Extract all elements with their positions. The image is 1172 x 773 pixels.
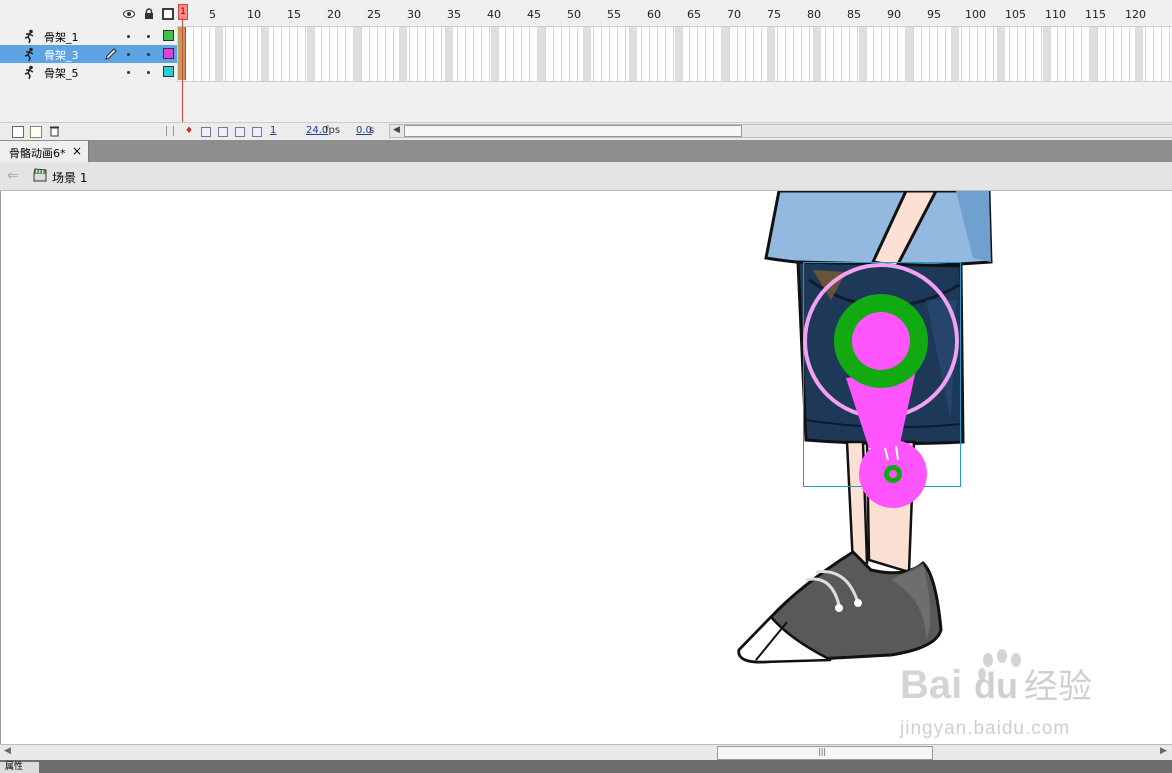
frame-tick-label: 15	[287, 8, 301, 21]
lock-dot[interactable]	[147, 53, 150, 56]
properties-tab[interactable]: 属性	[0, 762, 39, 773]
frame-tick-label: 120	[1125, 8, 1146, 21]
edit-multiple-icon[interactable]	[235, 127, 245, 137]
layer-name[interactable]: 骨架_5	[44, 65, 79, 81]
lock-icon[interactable]	[143, 8, 155, 20]
document-tab-bar	[0, 140, 1172, 162]
lock-dot[interactable]	[147, 71, 150, 74]
frame-tick-label: 110	[1045, 8, 1066, 21]
layer-color-swatch[interactable]	[163, 30, 174, 41]
frame-tick-label: 25	[367, 8, 381, 21]
frame-tick-label: 80	[807, 8, 821, 21]
scroll-left-arrow-icon[interactable]: ◀	[393, 125, 400, 135]
elapsed-unit: s	[369, 125, 375, 136]
properties-bar	[0, 760, 1172, 773]
frame-tick-label: 90	[887, 8, 901, 21]
frame-tick-label: 5	[209, 8, 216, 21]
eye-icon[interactable]	[123, 8, 135, 20]
scroll-left-arrow-icon[interactable]: ◀	[4, 746, 11, 756]
visibility-dot[interactable]	[127, 35, 130, 38]
armature-layer-icon	[24, 47, 34, 61]
trash-icon[interactable]	[49, 125, 60, 137]
scroll-grip[interactable]: |||	[818, 747, 826, 756]
scroll-right-arrow-icon[interactable]: ▶	[1160, 746, 1167, 756]
edit-bar: ⇐ 场景 1	[0, 162, 1172, 191]
watermark-url: jingyan.baidu.com	[900, 718, 1071, 739]
layer-name[interactable]: 骨架_1	[44, 29, 79, 45]
svg-text:du: du	[974, 665, 1018, 706]
fps-unit: fps	[325, 125, 341, 136]
onion-markers-icon[interactable]	[252, 127, 262, 137]
scene-clapper-icon	[33, 168, 47, 182]
frame-tick-label: 50	[567, 8, 581, 21]
back-arrow-icon[interactable]: ⇐	[7, 168, 19, 184]
frame-tick-label: 20	[327, 8, 341, 21]
layer-row-5[interactable]: 骨架_5	[0, 63, 177, 81]
baidu-watermark: Bai du 经验 jingyan.baidu.com	[898, 648, 1108, 751]
onion-outline-icon[interactable]	[218, 127, 228, 137]
frame-tick-label: 65	[687, 8, 701, 21]
svg-text:经验: 经验	[1024, 667, 1092, 707]
scene-label[interactable]: 场景 1	[52, 169, 87, 186]
frame-tick-label: 85	[847, 8, 861, 21]
resize-grip[interactable]	[166, 126, 174, 136]
frame-tick-label: 105	[1005, 8, 1026, 21]
frame-tick-label: 35	[447, 8, 461, 21]
layer-color-swatch[interactable]	[163, 66, 174, 77]
frame-ruler[interactable]: 5 10 15 20 25 30 35 40 45 50 55 60 65 70 75 80 85 90 95 100…	[177, 0, 1172, 26]
layer-row-1[interactable]: 骨架_1	[0, 27, 177, 45]
layer-row-3[interactable]: 骨架_3	[0, 45, 177, 63]
pencil-icon	[105, 48, 117, 60]
current-frame-value[interactable]: 1	[270, 125, 276, 136]
frame-tick-label: 45	[527, 8, 541, 21]
layer-header	[0, 0, 177, 26]
center-frame-icon[interactable]: ♦	[185, 126, 193, 136]
frame-tick-label: 70	[727, 8, 741, 21]
stage-scrollbar[interactable]	[0, 744, 1172, 761]
frame-tick-label: 60	[647, 8, 661, 21]
new-layer-icon[interactable]	[12, 126, 24, 138]
layer-color-swatch[interactable]	[163, 48, 174, 59]
layer-name[interactable]: 骨架_3	[44, 47, 79, 63]
playhead[interactable]: 1	[178, 4, 188, 20]
armature-layer-icon	[24, 29, 34, 43]
frame-tick-label: 30	[407, 8, 421, 21]
new-folder-icon[interactable]	[30, 126, 42, 138]
outline-icon[interactable]	[162, 8, 174, 20]
document-tab-label[interactable]: 骨骼动画6*	[9, 145, 66, 161]
svg-text:Bai: Bai	[900, 663, 962, 707]
frame-tick-label: 10	[247, 8, 261, 21]
visibility-dot[interactable]	[127, 71, 130, 74]
frame-tick-label: 40	[487, 8, 501, 21]
visibility-dot[interactable]	[127, 53, 130, 56]
close-icon[interactable]: ×	[72, 144, 82, 158]
frame-tick-label: 75	[767, 8, 781, 21]
document-tab[interactable]: 骨骼动画6* ×	[0, 141, 89, 162]
timeline-scroll-thumb[interactable]	[404, 125, 742, 137]
frame-tick-label: 95	[927, 8, 941, 21]
armature-layer-icon	[24, 65, 34, 79]
lock-dot[interactable]	[147, 35, 150, 38]
onion-skin-icon[interactable]	[201, 127, 211, 137]
frame-tick-label: 100	[965, 8, 986, 21]
frame-tick-label: 115	[1085, 8, 1106, 21]
frame-grid[interactable]	[177, 26, 1172, 82]
playhead-line	[182, 18, 183, 122]
frame-tick-label: 55	[607, 8, 621, 21]
